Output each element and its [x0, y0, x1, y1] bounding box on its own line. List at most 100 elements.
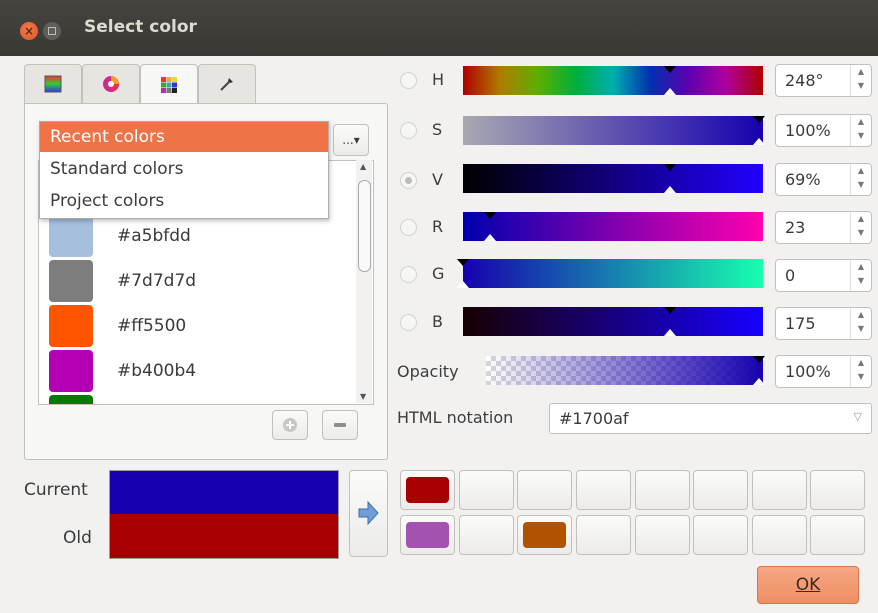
radio-v[interactable]: [400, 172, 417, 189]
add-color-button[interactable]: [272, 410, 308, 440]
title-bar: × Select color: [0, 0, 878, 56]
spin-arrows-icon[interactable]: ▲ ▼: [850, 164, 871, 195]
tab-color-ramp[interactable]: [24, 64, 82, 103]
slider-v[interactable]: [463, 164, 763, 193]
spin-arrows-icon[interactable]: ▲ ▼: [850, 356, 871, 387]
dropdown-option-project[interactable]: Project colors: [40, 186, 328, 216]
color-chip: [49, 305, 93, 347]
arrow-right-icon: [358, 500, 379, 526]
slider-marker-bottom: [664, 88, 676, 95]
slider-marker[interactable]: [664, 66, 676, 73]
list-item[interactable]: [49, 395, 349, 404]
remove-color-button[interactable]: [322, 410, 358, 440]
spin-s[interactable]: 100% ▲ ▼: [775, 114, 872, 147]
spin-opacity[interactable]: 100% ▲ ▼: [775, 355, 872, 388]
add-to-saved-button[interactable]: [349, 470, 388, 557]
color-chip: [49, 395, 93, 404]
minus-icon: [334, 423, 346, 427]
list-item[interactable]: #7d7d7d: [49, 260, 349, 304]
slider-h[interactable]: [463, 66, 763, 95]
slider-marker[interactable]: [457, 259, 469, 266]
slider-marker-bottom: [753, 138, 765, 145]
palette-menu-button[interactable]: ...▾: [333, 124, 369, 156]
plus-icon: [283, 418, 297, 432]
spin-arrows-icon[interactable]: ▲ ▼: [850, 65, 871, 96]
slider-marker[interactable]: [484, 212, 496, 219]
slider-marker-bottom: [484, 234, 496, 241]
spin-g[interactable]: 0 ▲ ▼: [775, 259, 872, 292]
spin-g-value: 0: [785, 266, 796, 285]
scrollbar-thumb[interactable]: [358, 180, 371, 272]
saved-color-chip: [406, 522, 449, 548]
saved-color-slot[interactable]: [459, 470, 514, 510]
close-icon[interactable]: ×: [20, 22, 38, 40]
color-preview[interactable]: [109, 470, 339, 559]
opacity-label: Opacity: [397, 362, 459, 381]
html-notation-label: HTML notation: [397, 408, 514, 427]
saved-color-slot[interactable]: [810, 515, 865, 555]
chevron-down-icon[interactable]: ▽: [854, 410, 862, 423]
slider-b[interactable]: [463, 307, 763, 336]
slider-r[interactable]: [463, 212, 763, 241]
list-scrollbar[interactable]: ▲ ▼: [356, 160, 372, 403]
saved-color-slot[interactable]: [752, 515, 807, 555]
slider-opacity[interactable]: [486, 356, 765, 385]
palette-dropdown-menu[interactable]: Recent colors Standard colors Project co…: [39, 121, 329, 219]
list-item[interactable]: #b400b4: [49, 350, 349, 394]
saved-color-slot[interactable]: [635, 515, 690, 555]
radio-h[interactable]: [400, 72, 417, 89]
saved-color-slot[interactable]: [752, 470, 807, 510]
slider-s[interactable]: [463, 116, 765, 145]
eyedropper-icon: [220, 78, 233, 91]
color-chip: [49, 215, 93, 257]
saved-color-slot[interactable]: [693, 470, 748, 510]
spin-r[interactable]: 23 ▲ ▼: [775, 211, 872, 244]
scroll-up-icon[interactable]: ▲: [360, 162, 366, 171]
slider-marker[interactable]: [664, 307, 676, 314]
spin-arrows-icon[interactable]: ▲ ▼: [850, 212, 871, 243]
color-hex-label: #a5bfdd: [117, 226, 191, 246]
radio-g[interactable]: [400, 266, 417, 283]
html-notation-input[interactable]: #1700af ▽: [549, 403, 872, 434]
list-item[interactable]: #ff5500: [49, 305, 349, 349]
tab-color-wheel[interactable]: [82, 64, 140, 103]
spin-h[interactable]: 248° ▲ ▼: [775, 64, 872, 97]
dropdown-option-standard[interactable]: Standard colors: [40, 154, 328, 184]
saved-color-slot[interactable]: [400, 470, 455, 510]
tab-eyedropper[interactable]: [198, 64, 256, 103]
saved-color-slot[interactable]: [576, 515, 631, 555]
channel-label-v: V: [432, 170, 443, 189]
spin-arrows-icon[interactable]: ▲ ▼: [850, 308, 871, 339]
saved-color-slot[interactable]: [635, 470, 690, 510]
scroll-down-icon[interactable]: ▼: [360, 392, 366, 401]
saved-color-slot[interactable]: [459, 515, 514, 555]
list-item[interactable]: #a5bfdd: [49, 215, 349, 259]
dropdown-option-recent[interactable]: Recent colors: [40, 122, 328, 152]
maximize-icon[interactable]: [43, 22, 61, 40]
spin-arrows-icon[interactable]: ▲ ▼: [850, 260, 871, 291]
radio-b[interactable]: [400, 314, 417, 331]
saved-color-slot[interactable]: [517, 470, 572, 510]
spin-b[interactable]: 175 ▲ ▼: [775, 307, 872, 340]
color-wheel-icon: [103, 76, 119, 92]
saved-color-slot[interactable]: [576, 470, 631, 510]
slider-marker-bottom: [753, 378, 765, 385]
old-label: Old: [63, 528, 92, 548]
color-hex-label: #ff5500: [117, 316, 187, 336]
saved-color-slot[interactable]: [810, 470, 865, 510]
channel-label-b: B: [432, 312, 443, 331]
spin-v[interactable]: 69% ▲ ▼: [775, 163, 872, 196]
ok-button[interactable]: OK: [757, 566, 859, 604]
tab-swatch-grid[interactable]: [140, 64, 198, 105]
slider-marker[interactable]: [664, 164, 676, 171]
old-color-swatch[interactable]: [110, 514, 338, 558]
slider-marker[interactable]: [753, 116, 765, 123]
saved-color-slot[interactable]: [693, 515, 748, 555]
radio-r[interactable]: [400, 219, 417, 236]
slider-g[interactable]: [457, 259, 763, 288]
slider-marker[interactable]: [753, 356, 765, 363]
saved-color-slot[interactable]: [400, 515, 455, 555]
saved-color-slot[interactable]: [517, 515, 572, 555]
spin-arrows-icon[interactable]: ▲ ▼: [850, 115, 871, 146]
radio-s[interactable]: [400, 122, 417, 139]
